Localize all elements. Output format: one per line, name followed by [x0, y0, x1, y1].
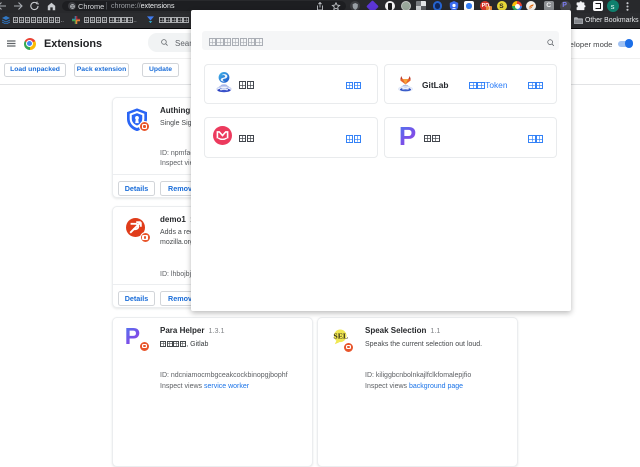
svg-text:SEL: SEL	[333, 331, 348, 340]
